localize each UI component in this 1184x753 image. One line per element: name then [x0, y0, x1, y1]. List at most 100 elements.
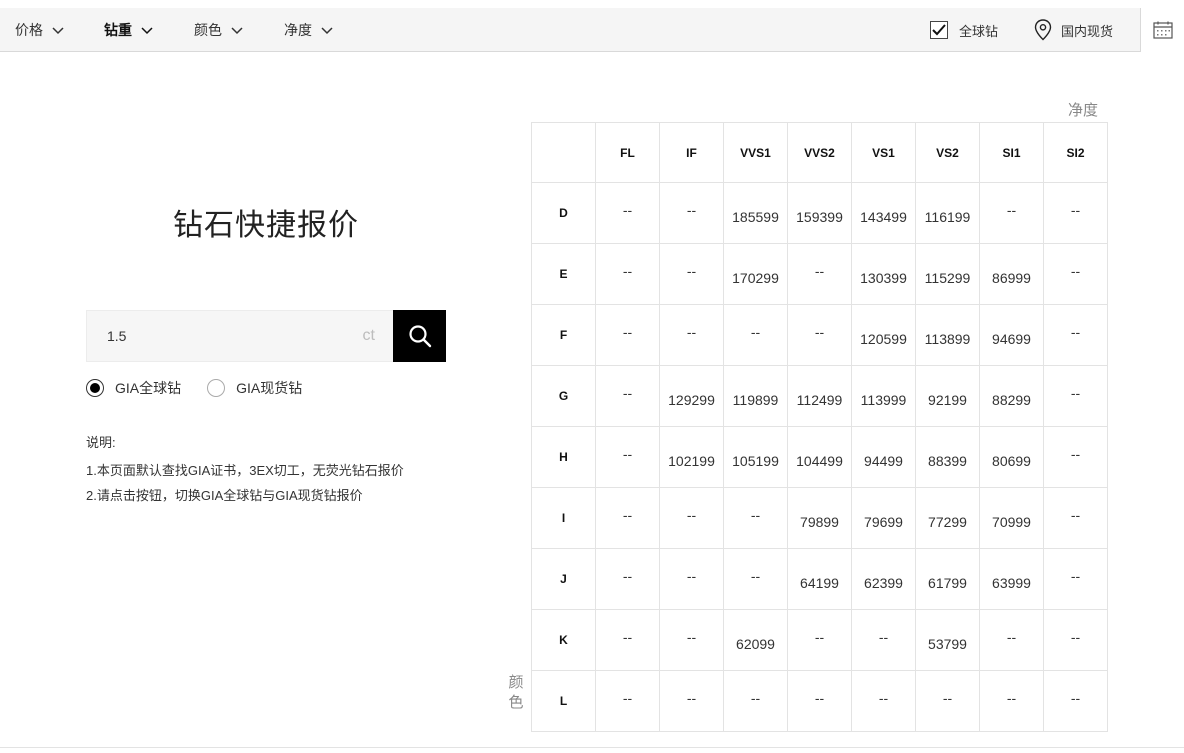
price-cell[interactable]: 88399: [915, 426, 980, 488]
color-axis-label: 颜色: [508, 674, 524, 711]
price-cell[interactable]: 88299: [979, 365, 1044, 427]
column-header: FL: [595, 122, 660, 183]
price-cell: --: [659, 243, 724, 305]
global-diamond-label: 全球钻: [959, 23, 999, 39]
column-header: SI1: [979, 122, 1044, 183]
global-diamond-toggle[interactable]: 全球钻: [930, 8, 998, 52]
search-button[interactable]: [393, 310, 446, 362]
price-cell: --: [659, 670, 724, 732]
price-cell: --: [723, 304, 788, 366]
price-cell[interactable]: 119899: [723, 365, 788, 427]
price-cell: --: [851, 670, 916, 732]
source-radio-group: GIA全球钻 GIA现货钻: [86, 378, 328, 398]
table-corner: [531, 122, 596, 183]
price-cell[interactable]: 64199: [787, 548, 852, 610]
price-cell: --: [1043, 487, 1108, 549]
price-cell[interactable]: 115299: [915, 243, 980, 305]
price-cell[interactable]: 143499: [851, 182, 916, 244]
price-cell[interactable]: 80699: [979, 426, 1044, 488]
table-row: H -- 102199 105199 104499 94499 88399 80699 --: [531, 426, 1108, 488]
price-cell[interactable]: 62099: [723, 609, 788, 671]
price-cell: --: [787, 243, 852, 305]
filter-carat[interactable]: 钻重: [104, 8, 154, 52]
price-cell: --: [787, 304, 852, 366]
notes-heading: 说明:: [86, 435, 116, 450]
price-cell: --: [595, 548, 660, 610]
price-cell: --: [659, 548, 724, 610]
clarity-axis-label: 净度: [1068, 102, 1099, 119]
row-header: F: [531, 304, 596, 366]
price-cell[interactable]: 53799: [915, 609, 980, 671]
price-cell[interactable]: 116199: [915, 182, 980, 244]
price-cell[interactable]: 104499: [787, 426, 852, 488]
filter-carat-label: 钻重: [104, 22, 132, 38]
price-cell: --: [787, 609, 852, 671]
price-cell[interactable]: 112499: [787, 365, 852, 427]
radio-dot-unselected[interactable]: [207, 379, 226, 397]
filter-color-label: 颜色: [194, 22, 222, 38]
stock-location-label: 国内现货: [1061, 23, 1114, 39]
price-cell: --: [659, 182, 724, 244]
column-header: SI2: [1043, 122, 1108, 183]
carat-search: ct: [86, 310, 446, 362]
price-cell[interactable]: 159399: [787, 182, 852, 244]
price-cell: --: [851, 609, 916, 671]
price-cell: --: [979, 670, 1044, 732]
price-cell[interactable]: 105199: [723, 426, 788, 488]
price-cell: --: [1043, 243, 1108, 305]
price-cell[interactable]: 185599: [723, 182, 788, 244]
search-icon: [408, 325, 431, 348]
price-cell[interactable]: 129299: [659, 365, 724, 427]
filter-color[interactable]: 颜色: [194, 8, 244, 52]
price-cell[interactable]: 61799: [915, 548, 980, 610]
table-row: F -- -- -- -- 120599 113899 94699 --: [531, 304, 1108, 366]
filter-clarity-label: 净度: [284, 22, 312, 38]
price-cell[interactable]: 130399: [851, 243, 916, 305]
carat-input[interactable]: [107, 328, 363, 344]
price-cell[interactable]: 86999: [979, 243, 1044, 305]
price-cell[interactable]: 94499: [851, 426, 916, 488]
price-cell[interactable]: 92199: [915, 365, 980, 427]
price-cell: --: [1043, 365, 1108, 427]
price-cell: --: [659, 487, 724, 549]
table-row: K -- -- 62099 -- -- 53799 -- --: [531, 609, 1108, 671]
price-cell[interactable]: 120599: [851, 304, 916, 366]
table-header-row: FL IF VVS1 VVS2 VS1 VS2 SI1 SI2: [531, 122, 1108, 183]
location-pin-icon: [1034, 19, 1052, 41]
table-row: D -- -- 185599 159399 143499 116199 -- --: [531, 182, 1108, 244]
price-cell[interactable]: 170299: [723, 243, 788, 305]
price-cell[interactable]: 70999: [979, 487, 1044, 549]
column-header: IF: [659, 122, 724, 183]
radio-gia-global[interactable]: GIA全球钻: [86, 378, 181, 398]
price-cell: --: [1043, 182, 1108, 244]
radio-gia-stock[interactable]: GIA现货钻: [207, 378, 302, 398]
calendar-button[interactable]: [1140, 8, 1184, 52]
price-cell: --: [595, 426, 660, 488]
divider: [0, 747, 1184, 748]
price-cell[interactable]: 79899: [787, 487, 852, 549]
global-diamond-checkbox[interactable]: [930, 21, 948, 39]
price-cell[interactable]: 113899: [915, 304, 980, 366]
price-cell[interactable]: 62399: [851, 548, 916, 610]
filter-price[interactable]: 价格: [15, 8, 65, 52]
carat-unit: ct: [362, 327, 375, 344]
price-cell: --: [915, 670, 980, 732]
notes: 说明: 1.本页面默认查找GIA证书，3EX切工，无荧光钻石报价 2.请点击按钮…: [86, 430, 404, 508]
price-cell: --: [1043, 609, 1108, 671]
price-table: FL IF VVS1 VVS2 VS1 VS2 SI1 SI2 D -- -- 185599 1593…: [531, 122, 1108, 732]
column-header: VVS1: [723, 122, 788, 183]
table-row: L -- -- -- -- -- -- -- --: [531, 670, 1108, 732]
filter-clarity[interactable]: 净度: [284, 8, 334, 52]
price-cell[interactable]: 94699: [979, 304, 1044, 366]
notes-line: 1.本页面默认查找GIA证书，3EX切工，无荧光钻石报价: [86, 463, 404, 478]
chevron-down-icon: [52, 27, 64, 35]
table-row: J -- -- -- 64199 62399 61799 63999 --: [531, 548, 1108, 610]
carat-input-wrapper[interactable]: ct: [86, 310, 393, 362]
price-cell[interactable]: 102199: [659, 426, 724, 488]
stock-location-button[interactable]: 国内现货: [1034, 8, 1113, 52]
price-cell[interactable]: 113999: [851, 365, 916, 427]
radio-dot-selected[interactable]: [86, 379, 104, 397]
price-cell[interactable]: 63999: [979, 548, 1044, 610]
price-cell[interactable]: 77299: [915, 487, 980, 549]
price-cell[interactable]: 79699: [851, 487, 916, 549]
